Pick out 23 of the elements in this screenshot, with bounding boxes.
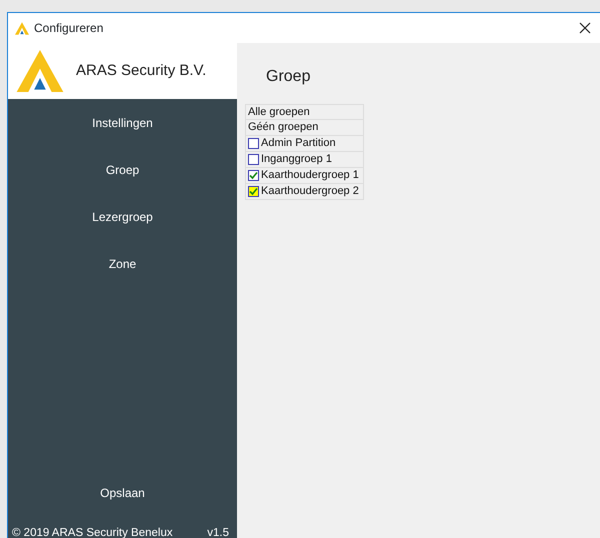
window-title: Configureren — [34, 20, 104, 37]
nav-item[interactable]: Zone — [8, 240, 237, 287]
app-logo-icon — [15, 22, 29, 34]
close-icon — [579, 22, 591, 34]
group-label: Inganggroep 1 — [261, 152, 332, 168]
group-label: Kaarthoudergroep 1 — [261, 168, 359, 184]
save-button[interactable]: Opslaan — [8, 470, 237, 517]
nav-item[interactable]: Instellingen — [8, 99, 237, 146]
company-name: ARAS Security B.V. — [76, 60, 206, 81]
select-action-row[interactable]: Géén groepen — [245, 120, 364, 136]
checkbox[interactable] — [248, 186, 259, 197]
select-action-row[interactable]: Alle groepen — [245, 104, 364, 120]
checkbox[interactable] — [248, 170, 259, 181]
group-label: Kaarthoudergroep 2 — [261, 184, 359, 200]
nav-item[interactable]: Groep — [8, 146, 237, 193]
group-label: Admin Partition — [261, 136, 336, 152]
page-heading: Groep — [266, 67, 312, 87]
checkbox[interactable] — [248, 154, 259, 165]
copyright-text: © 2019 ARAS Security Benelux — [12, 526, 173, 538]
version-text: v1.5 — [207, 526, 229, 538]
nav-item[interactable]: Lezergroep — [8, 193, 237, 240]
checkbox[interactable] — [248, 138, 259, 149]
company-logo-icon — [16, 50, 64, 92]
